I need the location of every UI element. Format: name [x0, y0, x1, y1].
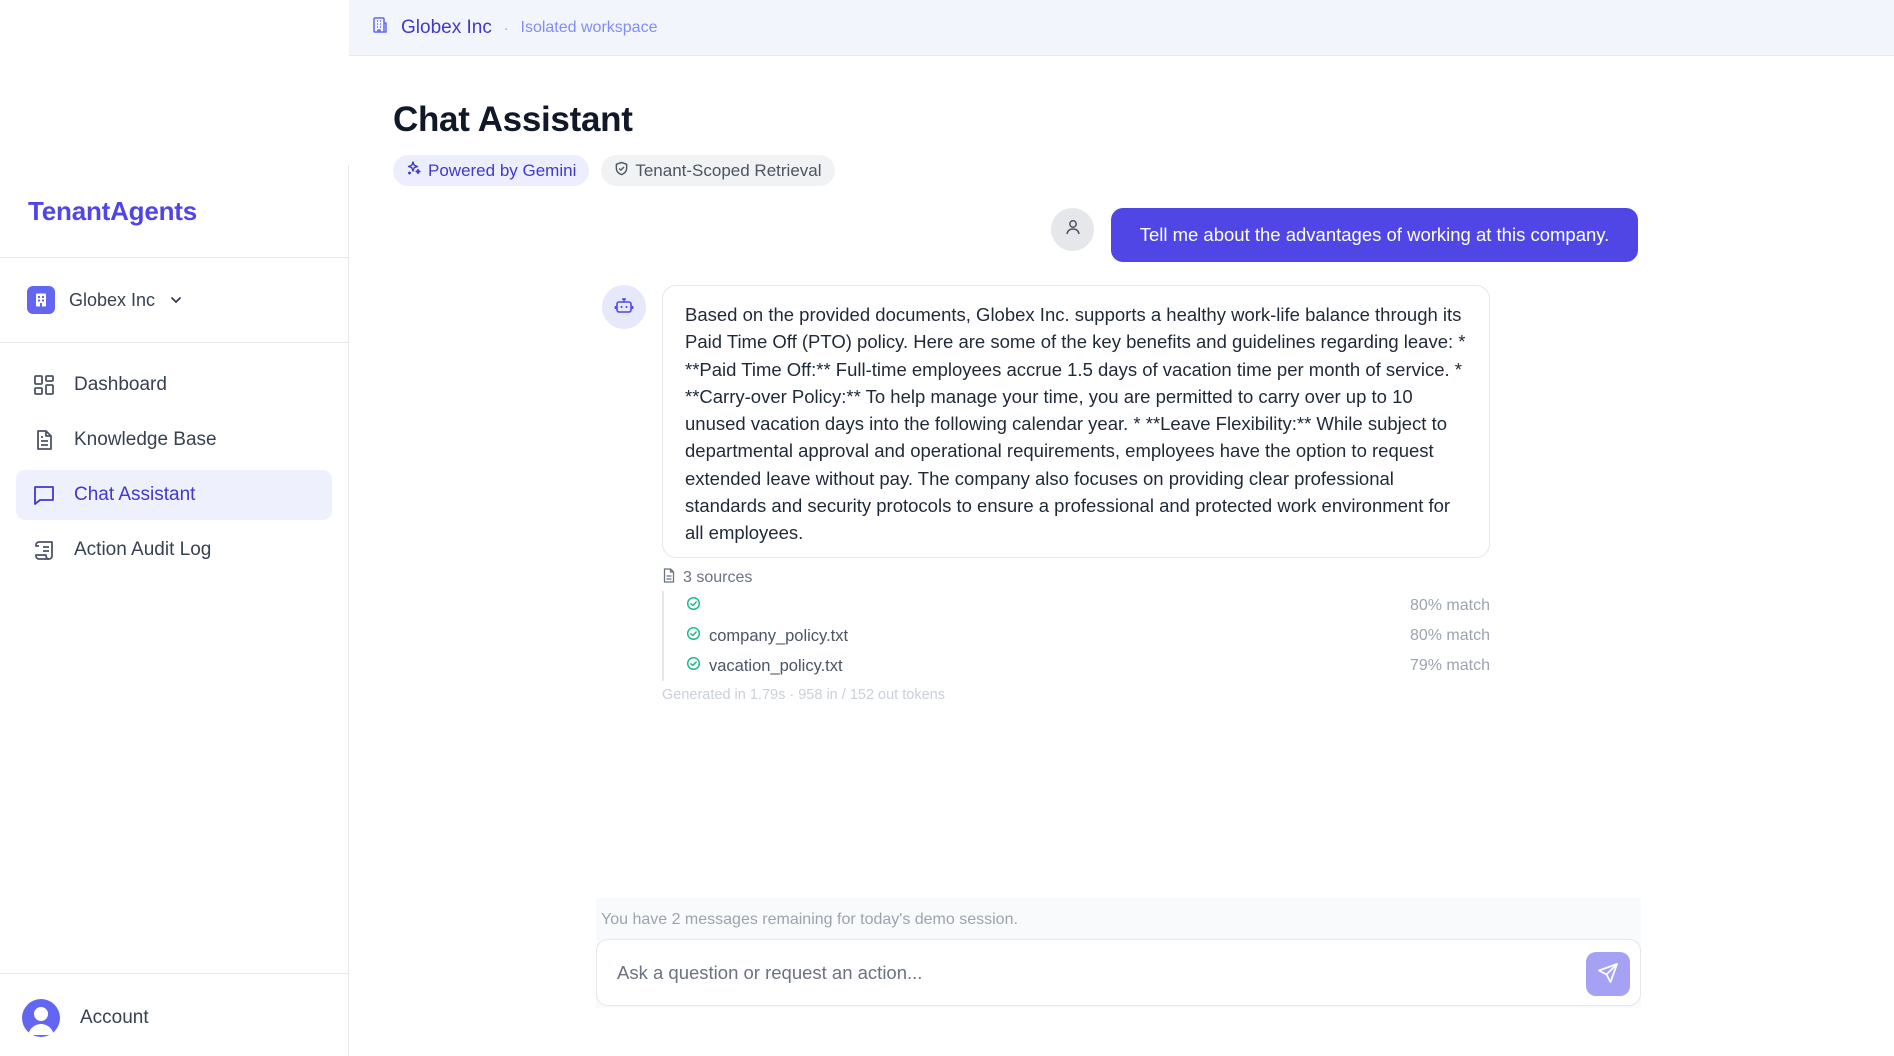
avatar: [22, 999, 60, 1037]
check-circle-icon: [686, 626, 701, 646]
account-menu[interactable]: Account: [22, 999, 149, 1037]
gemini-badge: Powered by Gemini: [393, 155, 590, 186]
chat-bubble-icon: [32, 483, 56, 507]
sources-toggle[interactable]: 3 sources: [662, 568, 752, 588]
sidebar-item-chat-assistant[interactable]: Chat Assistant: [16, 470, 332, 520]
tenant-retrieval-badge-label: Tenant-Scoped Retrieval: [635, 160, 822, 180]
sidebar-item-label: Knowledge Base: [74, 429, 217, 450]
sources-count: 3 sources: [683, 569, 753, 586]
file-icon: [662, 568, 676, 588]
user-message: Tell me about the advantages of working …: [1111, 208, 1638, 262]
topbar: Globex Inc · Isolated workspace: [349, 0, 1894, 56]
sidebar-item-label: Chat Assistant: [74, 484, 196, 505]
sidebar-border: [348, 165, 349, 1056]
chat-composer: You have 2 messages remaining for today'…: [596, 898, 1641, 1008]
send-icon: [1597, 962, 1619, 987]
check-circle-icon: [686, 596, 701, 616]
divider: [0, 257, 348, 258]
user-icon: [1064, 218, 1082, 241]
source-item[interactable]: 80% match: [664, 591, 1490, 621]
scroll-log-icon: [32, 538, 56, 562]
source-match: 79% match: [1409, 657, 1490, 674]
chat-input-container: [596, 939, 1641, 1006]
divider: [0, 973, 348, 974]
source-filename: vacation_policy.txt: [709, 656, 843, 675]
source-filename: company_policy.txt: [709, 626, 849, 645]
sparkles-icon: [406, 160, 422, 181]
assistant-message: Based on the provided documents, Globex …: [662, 285, 1490, 558]
brand-logo[interactable]: TenantAgents: [28, 196, 197, 227]
sidebar-item-label: Action Audit Log: [74, 539, 212, 560]
building-icon: [371, 16, 389, 39]
remaining-messages-notice: You have 2 messages remaining for today'…: [601, 911, 1018, 928]
building-icon: [27, 286, 55, 314]
divider: [0, 342, 348, 343]
sidebar-nav: Dashboard Knowledge Base Chat Assistant …: [16, 360, 332, 580]
document-icon: [32, 428, 56, 452]
chevron-down-icon: [169, 293, 183, 307]
page-title: Chat Assistant: [393, 100, 633, 139]
tenant-switcher[interactable]: Globex Inc: [27, 285, 183, 315]
tenant-retrieval-badge: Tenant-Scoped Retrieval: [601, 155, 835, 186]
sidebar-item-dashboard[interactable]: Dashboard: [16, 360, 332, 410]
source-item[interactable]: company_policy.txt 80% match: [664, 621, 1490, 651]
source-match: 80% match: [1409, 597, 1490, 614]
source-item[interactable]: vacation_policy.txt 79% match: [664, 651, 1490, 681]
topbar-tenant-name: Globex Inc: [401, 16, 492, 38]
shield-icon: [614, 161, 629, 181]
sidebar-item-knowledge-base[interactable]: Knowledge Base: [16, 415, 332, 465]
sidebar-item-label: Dashboard: [74, 374, 167, 395]
send-button[interactable]: [1586, 952, 1630, 996]
topbar-subtitle: Isolated workspace: [520, 18, 658, 36]
check-circle-icon: [686, 656, 701, 676]
assistant-avatar: [602, 285, 646, 329]
sidebar-item-action-audit-log[interactable]: Action Audit Log: [16, 525, 332, 575]
feature-badges: Powered by Gemini Tenant-Scoped Retrieva…: [393, 155, 835, 186]
app: TenantAgents Globex Inc Dashboard Knowle…: [0, 0, 1894, 1056]
tenant-name: Globex Inc: [69, 289, 156, 310]
gemini-badge-label: Powered by Gemini: [428, 160, 577, 180]
generation-info: Generated in 1.79s · 958 in / 152 out to…: [662, 687, 945, 703]
dashboard-grid-icon: [32, 373, 56, 397]
sidebar: TenantAgents Globex Inc Dashboard Knowle…: [0, 0, 349, 1056]
topbar-separator: ·: [503, 19, 509, 36]
source-match: 80% match: [1409, 627, 1490, 644]
user-avatar: [1051, 208, 1094, 251]
bot-icon: [614, 295, 634, 320]
account-label: Account: [80, 1007, 149, 1028]
chat-input[interactable]: [617, 940, 1557, 1005]
sources-list: 80% match company_policy.txt 80% match v…: [662, 591, 1490, 681]
